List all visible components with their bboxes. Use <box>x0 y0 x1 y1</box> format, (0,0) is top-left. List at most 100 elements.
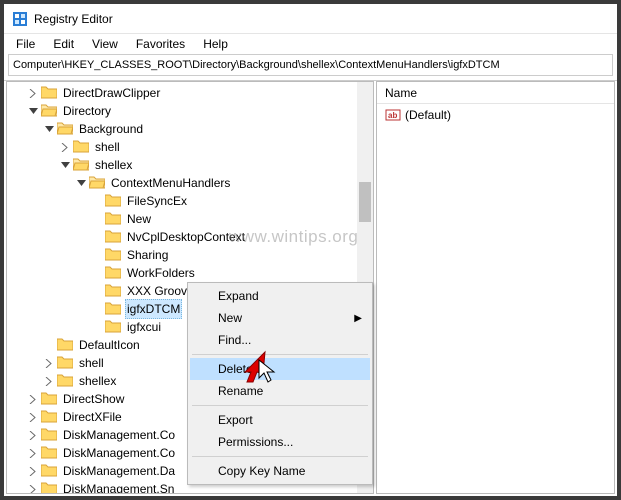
expander-icon[interactable] <box>59 159 71 171</box>
folder-icon <box>41 391 57 407</box>
expander-icon[interactable] <box>27 447 39 459</box>
tree-label: igfxcui <box>125 318 163 336</box>
folder-icon <box>41 445 57 461</box>
folder-icon <box>105 247 121 263</box>
tree-node[interactable]: shellex <box>7 156 373 174</box>
tree-node[interactable]: ContextMenuHandlers <box>7 174 373 192</box>
tree-label: Directory <box>61 102 113 120</box>
tree-label: igfxDTCM <box>125 299 182 319</box>
svg-text:ab: ab <box>388 111 397 120</box>
tree-node[interactable]: DirectDrawClipper <box>7 84 373 102</box>
tree-node[interactable]: shell <box>7 138 373 156</box>
expander-icon[interactable] <box>27 393 39 405</box>
tree-node[interactable]: Background <box>7 120 373 138</box>
string-value-icon: ab <box>385 107 401 123</box>
tree-node[interactable]: FileSyncEx <box>7 192 373 210</box>
expander-icon[interactable] <box>27 465 39 477</box>
cm-separator <box>192 354 368 355</box>
folder-icon <box>105 265 121 281</box>
tree-label: DiskManagement.Co <box>61 444 177 462</box>
expander-icon[interactable] <box>27 105 39 117</box>
app-icon <box>12 11 28 27</box>
cm-new[interactable]: New▶ <box>190 307 370 329</box>
folder-icon <box>41 85 57 101</box>
cm-separator <box>192 456 368 457</box>
cm-rename[interactable]: Rename <box>190 380 370 402</box>
folder-open-icon <box>57 121 73 137</box>
folder-icon <box>41 463 57 479</box>
address-bar[interactable]: Computer\HKEY_CLASSES_ROOT\Directory\Bac… <box>8 54 613 76</box>
address-text: Computer\HKEY_CLASSES_ROOT\Directory\Bac… <box>13 59 500 71</box>
tree-node[interactable]: NvCplDesktopContext <box>7 228 373 246</box>
expander-icon[interactable] <box>27 411 39 423</box>
folder-open-icon <box>89 175 105 191</box>
context-menu: Expand New▶ Find... Delete Rename Export… <box>187 282 373 485</box>
folder-open-icon <box>41 103 57 119</box>
expander-icon[interactable] <box>27 429 39 441</box>
tree-label: New <box>125 210 153 228</box>
menubar: File Edit View Favorites Help <box>4 34 617 54</box>
folder-icon <box>41 481 57 493</box>
tree-label: shell <box>77 354 106 372</box>
value-name: (Default) <box>405 108 451 122</box>
cm-permissions[interactable]: Permissions... <box>190 431 370 453</box>
tree-label: ContextMenuHandlers <box>109 174 232 192</box>
expander-icon[interactable] <box>59 141 71 153</box>
menu-view[interactable]: View <box>84 35 126 53</box>
tree-label: FileSyncEx <box>125 192 189 210</box>
tree-label: DirectShow <box>61 390 126 408</box>
expander-icon[interactable] <box>75 177 87 189</box>
folder-icon <box>57 355 73 371</box>
folder-icon <box>57 337 73 353</box>
tree-node[interactable]: Directory <box>7 102 373 120</box>
folder-icon <box>105 319 121 335</box>
folder-icon <box>105 229 121 245</box>
value-row[interactable]: ab (Default) <box>381 106 610 124</box>
tree-label: Background <box>77 120 145 138</box>
folder-open-icon <box>73 157 89 173</box>
tree-label: DirectXFile <box>61 408 124 426</box>
scrollbar-thumb[interactable] <box>359 182 371 222</box>
expander-icon[interactable] <box>43 123 55 135</box>
window-title: Registry Editor <box>34 12 113 26</box>
menu-edit[interactable]: Edit <box>45 35 82 53</box>
tree-node[interactable]: Sharing <box>7 246 373 264</box>
tree-label: Sharing <box>125 246 170 264</box>
folder-icon <box>41 427 57 443</box>
expander-icon[interactable] <box>27 483 39 493</box>
expander-icon[interactable] <box>27 87 39 99</box>
cm-separator <box>192 405 368 406</box>
tree-label: shell <box>93 138 122 156</box>
cm-find[interactable]: Find... <box>190 329 370 351</box>
tree-label: shellex <box>77 372 118 390</box>
cm-copy-key-name[interactable]: Copy Key Name <box>190 460 370 482</box>
values-pane: Name ab (Default) <box>376 81 615 494</box>
tree-label: DiskManagement.Sn <box>61 480 176 493</box>
cm-export[interactable]: Export <box>190 409 370 431</box>
tree-label: DirectDrawClipper <box>61 84 162 102</box>
tree-label: NvCplDesktopContext <box>125 228 247 246</box>
folder-icon <box>105 283 121 299</box>
expander-icon[interactable] <box>43 375 55 387</box>
titlebar: Registry Editor <box>4 4 617 34</box>
tree-node[interactable]: New <box>7 210 373 228</box>
tree-label: shellex <box>93 156 134 174</box>
cm-delete[interactable]: Delete <box>190 358 370 380</box>
tree-label: DefaultIcon <box>77 336 142 354</box>
menu-favorites[interactable]: Favorites <box>128 35 193 53</box>
tree-label: WorkFolders <box>125 264 197 282</box>
values-list[interactable]: ab (Default) <box>377 104 614 493</box>
tree-label: DiskManagement.Co <box>61 426 177 444</box>
folder-icon <box>105 301 121 317</box>
submenu-arrow-icon: ▶ <box>354 313 362 324</box>
menu-file[interactable]: File <box>8 35 43 53</box>
expander-icon[interactable] <box>43 357 55 369</box>
folder-icon <box>105 193 121 209</box>
tree-node[interactable]: WorkFolders <box>7 264 373 282</box>
column-header-name[interactable]: Name <box>377 82 614 104</box>
menu-help[interactable]: Help <box>195 35 236 53</box>
cm-expand[interactable]: Expand <box>190 285 370 307</box>
folder-icon <box>41 409 57 425</box>
tree-label: DiskManagement.Da <box>61 462 177 480</box>
folder-icon <box>105 211 121 227</box>
